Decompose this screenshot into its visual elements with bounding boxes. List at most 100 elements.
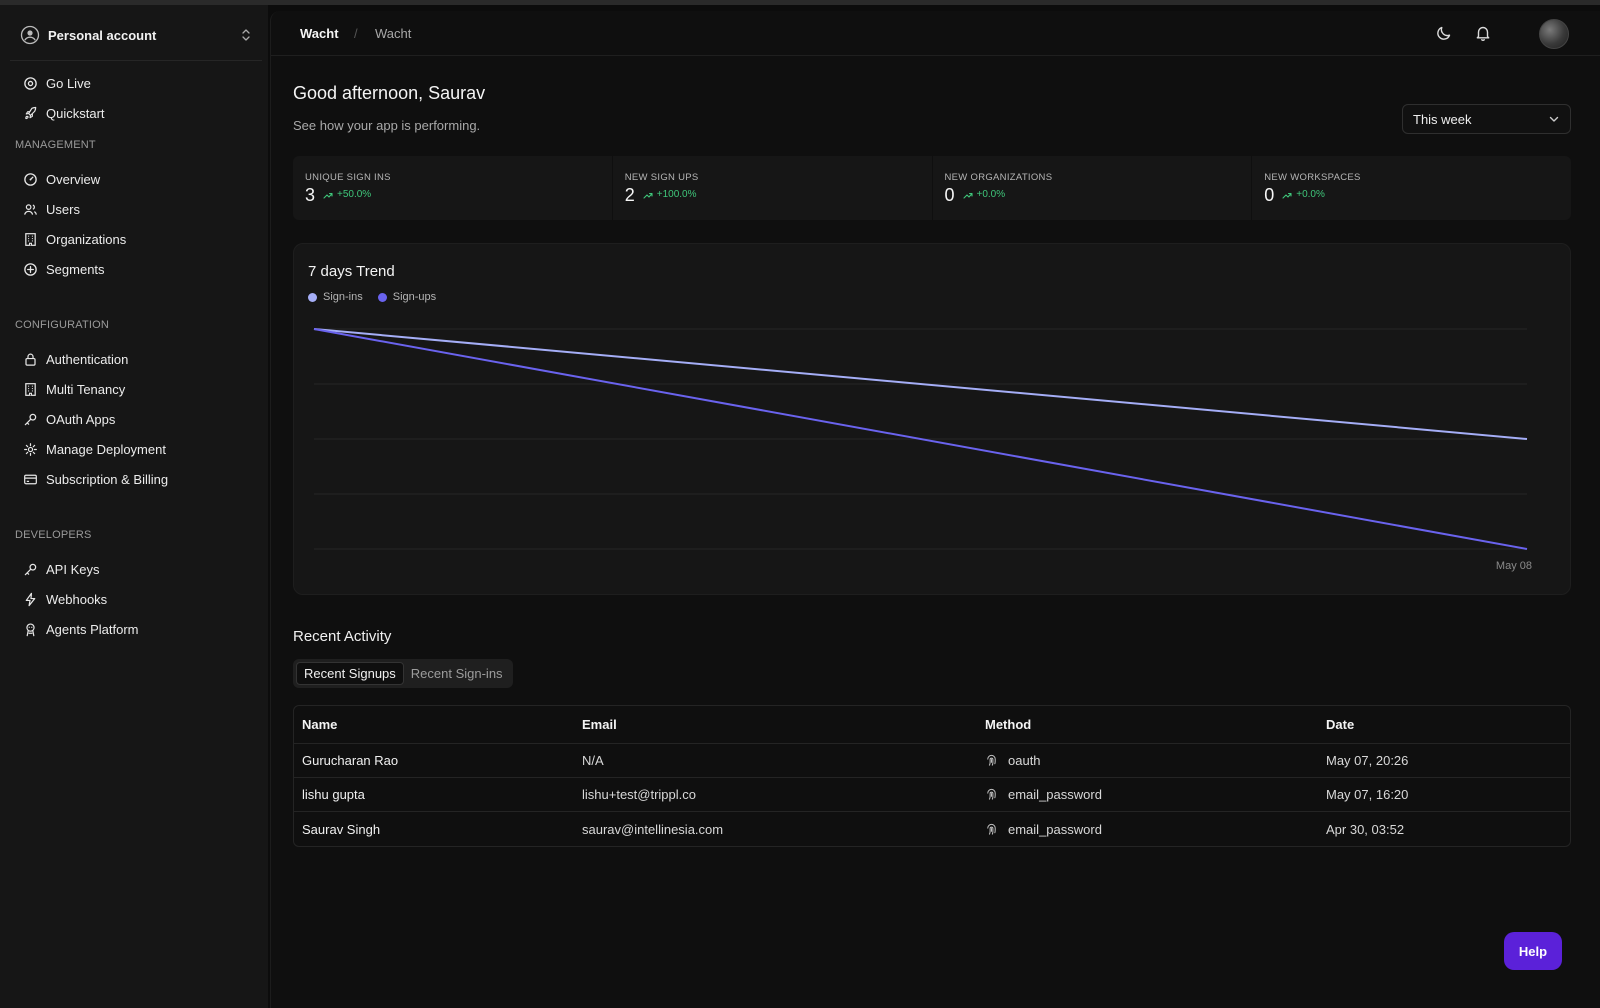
sidebar-item-oauth-apps[interactable]: OAuth Apps: [14, 405, 258, 433]
column-header-email[interactable]: Email: [574, 717, 977, 732]
help-button[interactable]: Help: [1504, 932, 1562, 970]
stat-delta-text: +50.0%: [337, 189, 372, 200]
column-header-name[interactable]: Name: [294, 717, 574, 732]
sidebar-item-label: Webhooks: [46, 591, 108, 607]
recent-activity-title: Recent Activity: [293, 628, 392, 645]
page-greeting: Good afternoon, Saurav: [293, 83, 486, 103]
table-row[interactable]: Gurucharan Rao N/A oauth May 07, 20:26: [294, 744, 1570, 778]
moon-icon[interactable]: [1435, 24, 1453, 42]
sidebar-item-webhooks[interactable]: Webhooks: [14, 585, 258, 613]
stat-new-sign-ups: NEW SIGN UPS 2 +100.0%: [613, 156, 933, 220]
stat-unique-sign-ins: UNIQUE SIGN INS 3 +50.0%: [293, 156, 613, 220]
legend-item-sign-ups[interactable]: Sign-ups: [377, 291, 437, 303]
rocket-icon: [25, 106, 37, 119]
sidebar-item-label: Organizations: [46, 231, 127, 247]
stat-delta-text: +0.0%: [976, 189, 1006, 200]
trend-up-icon: [643, 192, 653, 199]
cell-date: May 07, 20:26: [1326, 753, 1409, 768]
cell-name: Saurav Singh: [302, 821, 381, 837]
cell-method-text: email_password: [1008, 821, 1102, 837]
tab-recent-signups[interactable]: Recent Signups: [296, 662, 404, 685]
sidebar-item-authentication[interactable]: Authentication: [14, 345, 258, 373]
fingerprint-icon: [987, 754, 996, 766]
account-avatar-icon: [20, 25, 40, 45]
user-avatar[interactable]: [1539, 19, 1569, 49]
tab-recent-sign-ins[interactable]: Recent Sign-ins: [404, 662, 510, 685]
stat-delta: +100.0%: [643, 189, 697, 200]
chart-legend: Sign-ins Sign-ups: [308, 291, 451, 303]
breadcrumb-project[interactable]: Wacht: [300, 26, 339, 41]
section-label-management: MANAGEMENT: [15, 139, 96, 151]
stat-value: 3: [305, 185, 316, 205]
sidebar-item-label: Overview: [46, 171, 101, 187]
chevron-down-icon: [1549, 116, 1559, 122]
sidebar-item-overview[interactable]: Overview: [14, 165, 258, 193]
stat-delta-text: +100.0%: [656, 189, 697, 200]
segments-icon: [24, 262, 37, 276]
lock-icon: [25, 353, 36, 366]
table-row[interactable]: lishu gupta lishu+test@trippl.co email_p…: [294, 778, 1570, 812]
sidebar-item-manage-deployment[interactable]: Manage Deployment: [14, 435, 258, 463]
top-bar: Wacht / Wacht: [271, 11, 1600, 56]
radio-icon: [24, 76, 37, 90]
stat-delta: +0.0%: [962, 189, 1006, 200]
page-subtitle: See how your app is performing.: [293, 118, 481, 133]
cell-method-text: email_password: [1008, 787, 1102, 802]
bolt-icon: [25, 592, 36, 606]
cell-name: Gurucharan Rao: [302, 753, 399, 768]
stat-label: NEW ORGANIZATIONS: [944, 172, 1053, 183]
breadcrumb-separator: /: [354, 26, 358, 41]
trend-chart-card: May 08 7 days Trend Sign-ins Sign-ups: [293, 243, 1571, 595]
bell-icon[interactable]: [1474, 24, 1492, 42]
period-select[interactable]: This week: [1402, 104, 1571, 134]
sidebar-item-organizations[interactable]: Organizations: [14, 225, 258, 253]
sidebar-item-label: Users: [46, 201, 80, 217]
sidebar-item-go-live[interactable]: Go Live: [14, 69, 258, 97]
sidebar-item-segments[interactable]: Segments: [14, 255, 258, 283]
sidebar-item-label: Go Live: [46, 75, 91, 91]
section-label-configuration: CONFIGURATION: [15, 319, 110, 331]
sidebar-divider: [10, 60, 262, 61]
sidebar-item-label: API Keys: [46, 561, 100, 577]
agent-icon: [26, 622, 35, 636]
table-row[interactable]: Saurav Singh saurav@intellinesia.com ema…: [294, 812, 1570, 846]
key-icon: [24, 413, 37, 425]
stat-delta: +0.0%: [1282, 189, 1325, 200]
trend-up-icon: [1282, 192, 1292, 199]
legend-item-sign-ins[interactable]: Sign-ins: [308, 291, 363, 303]
stats-row: UNIQUE SIGN INS 3 +50.0% NEW SIGN UPS 2 …: [293, 156, 1571, 220]
cell-email: N/A: [582, 753, 604, 768]
stat-new-organizations: NEW ORGANIZATIONS 0 +0.0%: [933, 156, 1253, 220]
trend-chart: May 08: [313, 328, 1532, 572]
sidebar-item-label: Agents Platform: [46, 621, 139, 637]
sidebar-item-api-keys[interactable]: API Keys: [14, 555, 258, 583]
stat-value: 0: [944, 185, 955, 205]
sidebar-item-users[interactable]: Users: [14, 195, 258, 223]
period-select-value: This week: [1413, 111, 1472, 127]
cell-date: May 07, 16:20: [1326, 787, 1409, 802]
sidebar-item-quickstart[interactable]: Quickstart: [14, 99, 258, 127]
stat-delta-text: +0.0%: [1296, 189, 1325, 200]
sidebar: Personal account Go Live Quickstart MANA…: [0, 5, 268, 1008]
stat-label: UNIQUE SIGN INS: [305, 172, 391, 183]
cell-method: email_password: [977, 822, 1318, 837]
key-icon: [24, 563, 37, 575]
column-header-method[interactable]: Method: [977, 717, 1318, 732]
breadcrumb-deployment[interactable]: Wacht: [375, 26, 411, 41]
cell-date: Apr 30, 03:52: [1326, 821, 1405, 837]
sidebar-item-agents-platform[interactable]: Agents Platform: [14, 615, 258, 643]
sidebar-item-subscription-billing[interactable]: Subscription & Billing: [14, 465, 258, 493]
legend-label: Sign-ins: [323, 291, 363, 303]
stat-label: NEW WORKSPACES: [1264, 172, 1361, 183]
column-header-date[interactable]: Date: [1318, 717, 1570, 732]
stat-new-workspaces: NEW WORKSPACES 0 +0.0%: [1252, 156, 1571, 220]
legend-dot: [377, 292, 387, 302]
sidebar-item-multi-tenancy[interactable]: Multi Tenancy: [14, 375, 258, 403]
account-switcher[interactable]: Personal account: [10, 17, 262, 53]
fingerprint-icon: [987, 788, 996, 800]
legend-label: Sign-ups: [392, 291, 437, 303]
cell-name: lishu gupta: [302, 787, 365, 802]
chart-title: 7 days Trend: [308, 263, 395, 280]
cell-method: oauth: [977, 753, 1318, 768]
stat-delta: +50.0%: [323, 189, 371, 200]
